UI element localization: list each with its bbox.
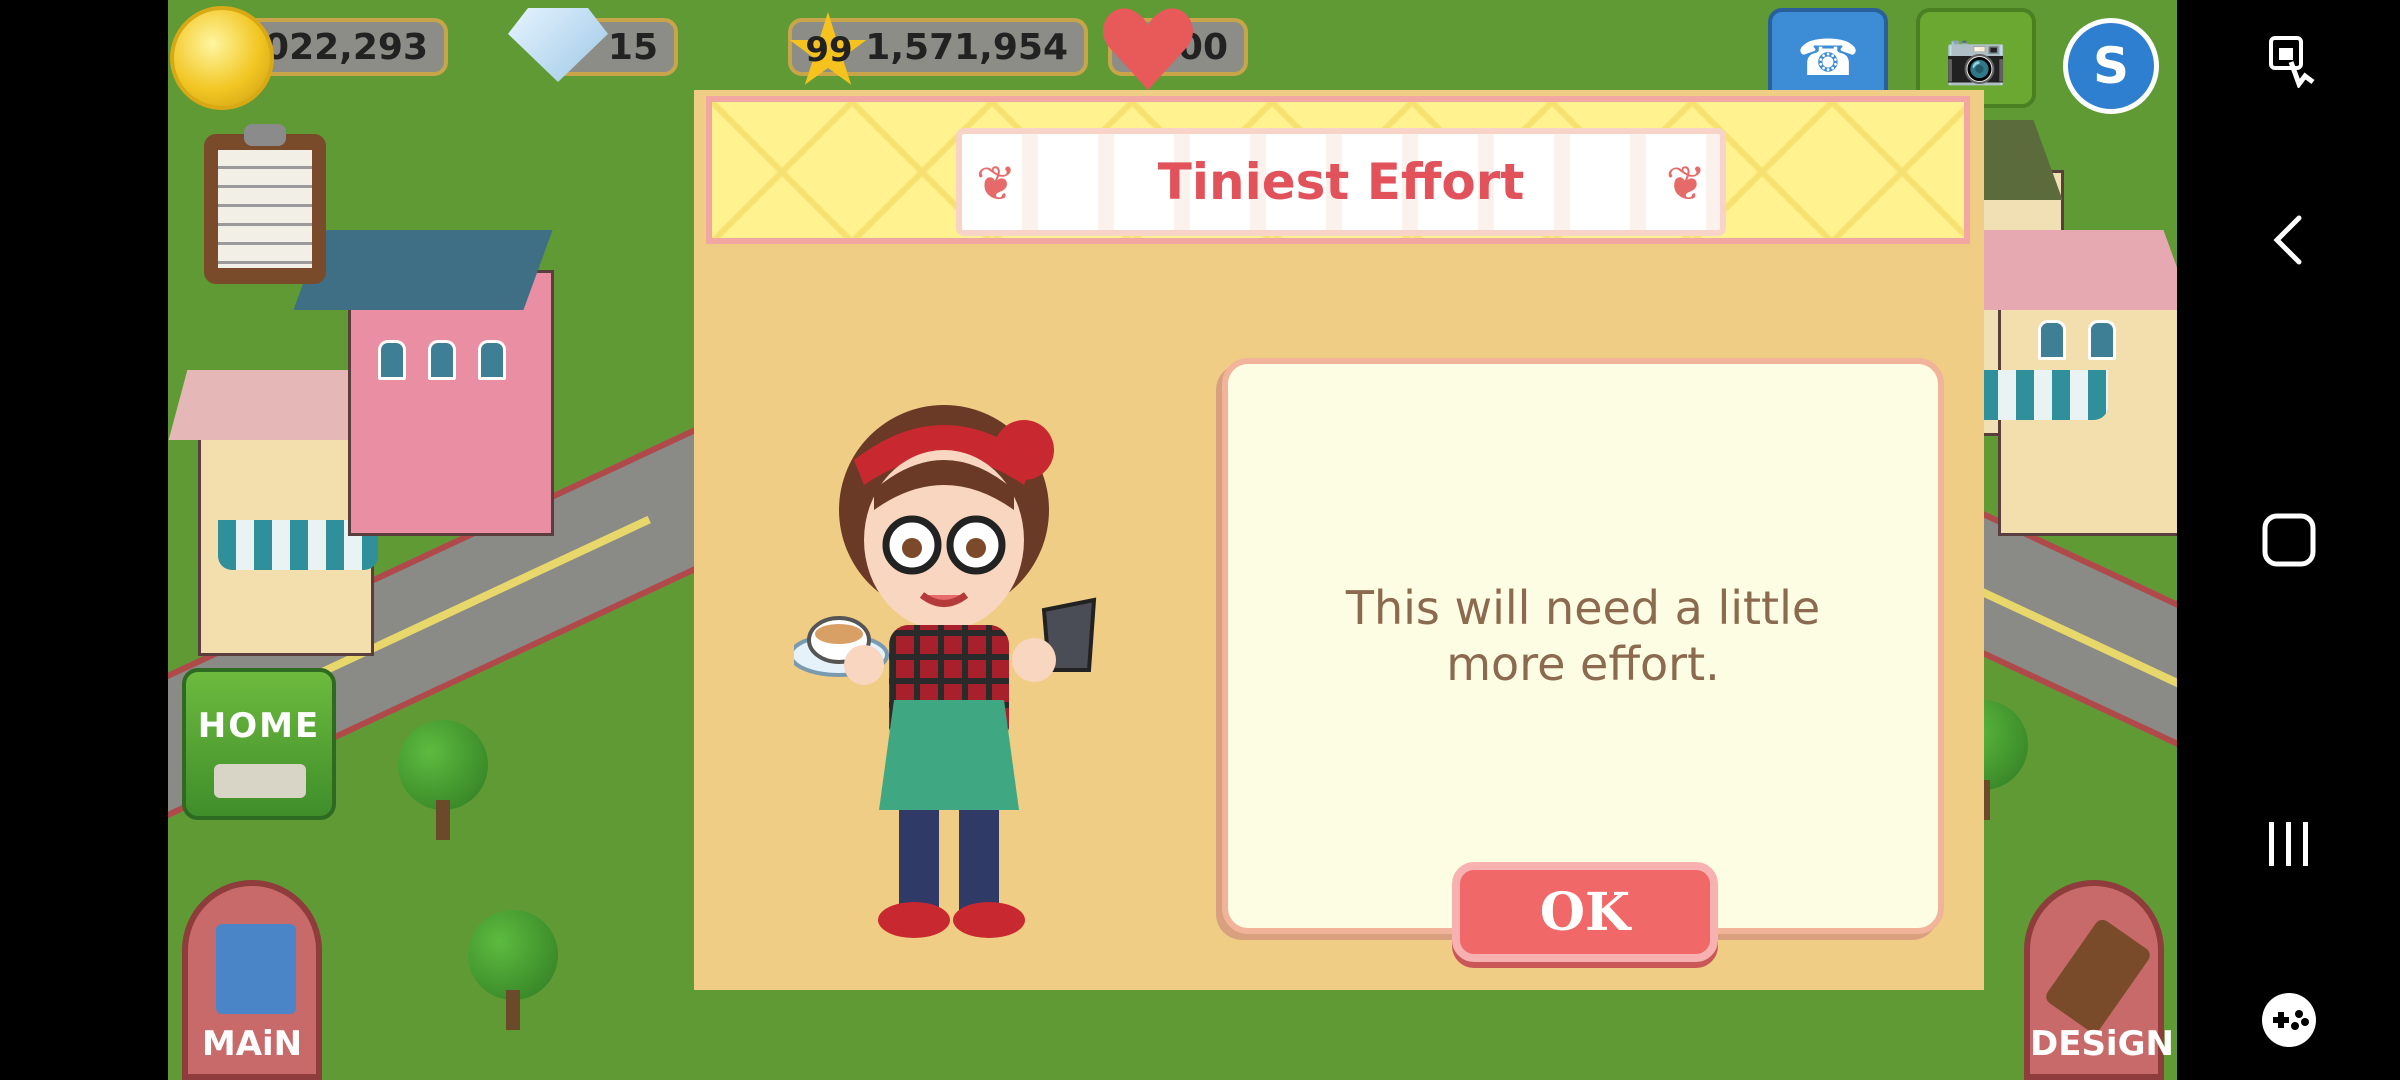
home-label: HOME (197, 706, 321, 746)
main-label: MAiN (201, 1024, 303, 1064)
design-label: DESiGN (2030, 1024, 2174, 1064)
home-nav-button[interactable] (2177, 480, 2400, 600)
recent-apps-button[interactable] (2177, 784, 2400, 904)
screen-lock-button[interactable] (2177, 0, 2400, 120)
level-number: 99 (805, 30, 853, 70)
sofa-icon (214, 764, 306, 798)
android-nav-bar (2177, 0, 2400, 1080)
game-scene[interactable]: 21,022,293 15 1,571,954 99 100 ☎ 📷 S HOM… (168, 0, 2177, 1080)
phone-icon: ☎ (1796, 29, 1860, 87)
back-chevron-icon (2272, 215, 2301, 265)
social-button[interactable]: S (2063, 18, 2159, 114)
tiniest-effort-dialog: ❦ Tiniest Effort ❦ This will need a litt… (694, 90, 1984, 990)
main-button[interactable]: MAiN (182, 880, 322, 1080)
dialog-header: ❦ Tiniest Effort ❦ (706, 96, 1970, 244)
message-box: This will need a little more effort. (1222, 358, 1944, 934)
task-clipboard-button[interactable] (204, 124, 326, 284)
message-text: This will need a little more effort. (1345, 581, 1821, 691)
back-button[interactable] (2177, 180, 2400, 300)
recent-apps-icon (2268, 822, 2308, 866)
clipboard-icon (218, 150, 312, 268)
barista-character (794, 405, 1097, 938)
clip-icon (244, 124, 286, 146)
gamepad-icon (2261, 993, 2316, 1047)
game-tools-button[interactable] (2177, 960, 2400, 1080)
square-home-icon (2262, 513, 2315, 567)
coin-icon (170, 6, 274, 110)
dialog-title: Tiniest Effort (1157, 153, 1525, 211)
title-banner: ❦ Tiniest Effort ❦ (956, 128, 1726, 236)
paintbrush-icon (2043, 916, 2153, 1036)
design-button[interactable]: DESiGN (2024, 880, 2174, 1080)
book-icon (216, 924, 296, 1014)
lock-touch-icon (2268, 36, 2314, 88)
flourish-left-icon: ❦ (976, 156, 1017, 212)
s-logo-icon: S (2092, 37, 2129, 95)
home-button[interactable]: HOME (182, 668, 336, 820)
flourish-right-icon: ❦ (1665, 156, 1706, 212)
ok-button[interactable]: OK (1452, 862, 1718, 962)
camera-icon: 📷 (1944, 28, 2008, 87)
